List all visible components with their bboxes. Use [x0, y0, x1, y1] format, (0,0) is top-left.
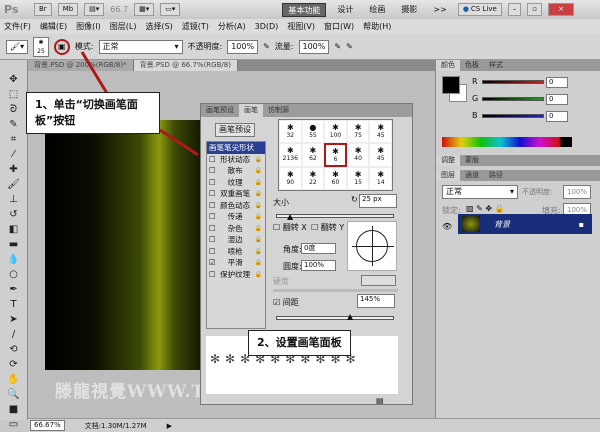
foreground-color[interactable] [442, 76, 460, 94]
callout-step2: 2、设置画笔面板 [248, 330, 351, 356]
callout-pointer [80, 51, 199, 157]
callout-step1: 1、单击“切换画笔面板”按钮 [26, 92, 160, 134]
